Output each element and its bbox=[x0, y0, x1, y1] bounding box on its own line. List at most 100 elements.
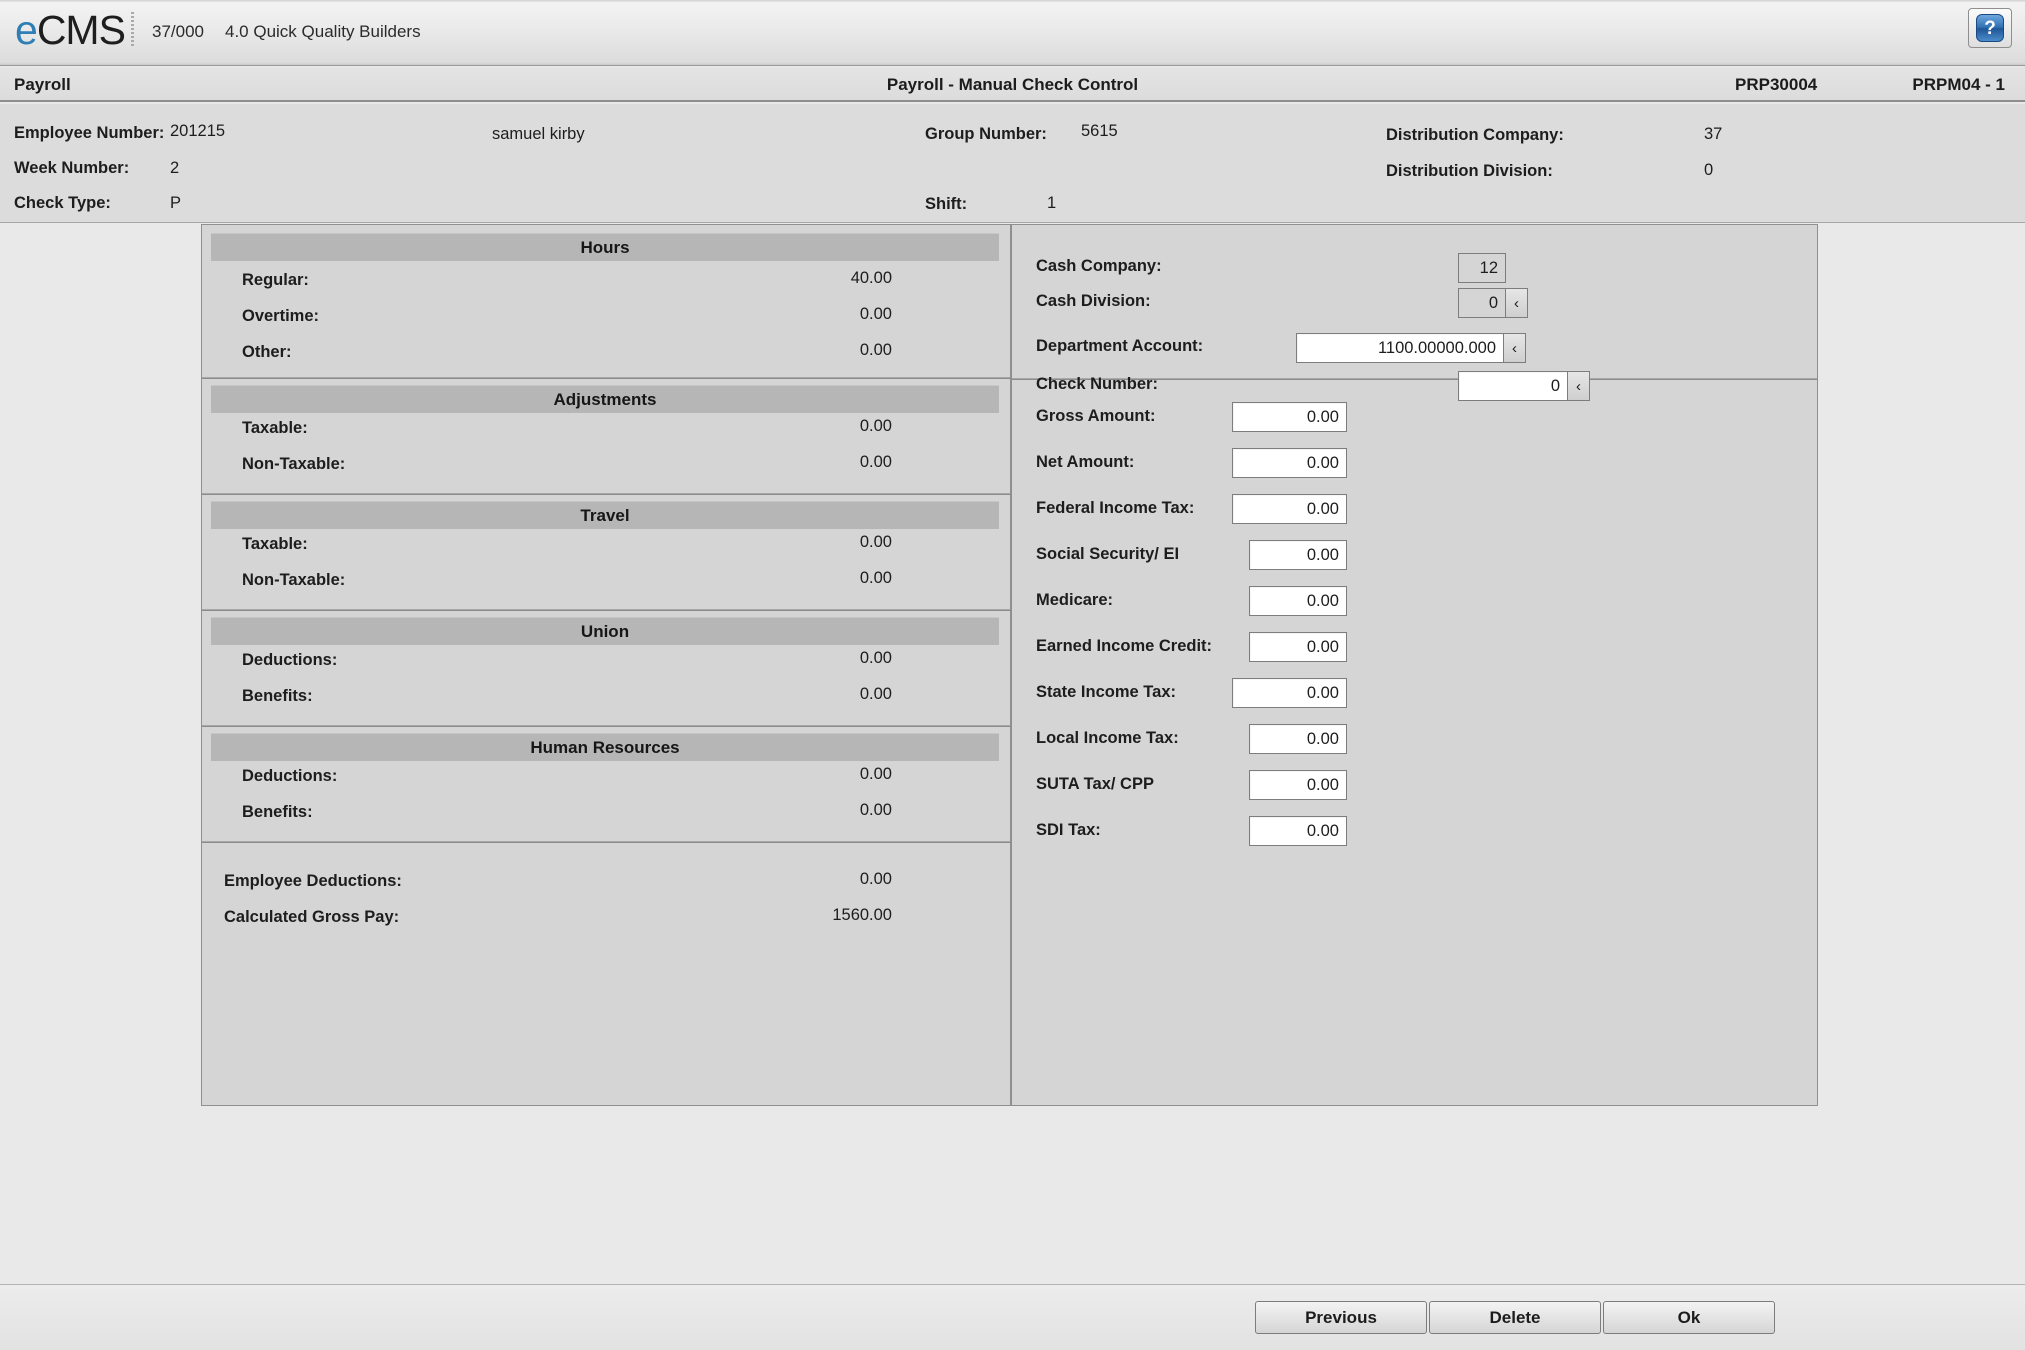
section-header-adjustments: Adjustments bbox=[211, 385, 999, 413]
screen-id: PRPM04 - 1 bbox=[1912, 75, 2005, 94]
input-department-account[interactable]: 1100.00000.000 bbox=[1296, 333, 1504, 363]
field-label: Social Security/ EI bbox=[1036, 545, 1180, 563]
row-label: Regular: bbox=[242, 271, 309, 289]
main-work-area: Hours Regular: 40.00 Overtime: 0.00 Other: 0.0… bbox=[0, 224, 2025, 1284]
row-value: 0.00 bbox=[859, 765, 892, 783]
program-id: PRP30004 bbox=[1735, 75, 1818, 94]
field-label: Net Amount: bbox=[1036, 453, 1135, 471]
check-type-label: Check Type: bbox=[14, 194, 111, 212]
logo-letters-cms: CMS bbox=[36, 7, 126, 53]
row-value: 0.00 bbox=[859, 533, 892, 551]
total-label: Employee Deductions: bbox=[224, 872, 402, 890]
input-social-security-ei[interactable]: 0.00 bbox=[1249, 540, 1347, 570]
input-suta-tax-cpp[interactable]: 0.00 bbox=[1249, 770, 1347, 800]
lookup-chevron-left-icon[interactable]: ‹ bbox=[1568, 371, 1590, 401]
total-value: 1560.00 bbox=[832, 906, 892, 924]
distribution-company-value: 37 bbox=[1704, 125, 1723, 143]
application-brand-bar: eCMS 37/000 4.0 Quick Quality Builders ? bbox=[0, 0, 2025, 66]
input-local-income-tax[interactable]: 0.00 bbox=[1249, 724, 1347, 754]
section-divider bbox=[202, 609, 1010, 611]
lookup-chevron-left-icon[interactable]: ‹ bbox=[1506, 288, 1528, 318]
input-net-amount[interactable]: 0.00 bbox=[1232, 448, 1347, 478]
check-detail-panel: Cash Company: 12 Cash Division: 0 ‹ Departmen… bbox=[1011, 224, 1818, 1106]
question-mark-icon: ? bbox=[1976, 14, 2004, 42]
row-label: Overtime: bbox=[242, 307, 320, 325]
field-label: Gross Amount: bbox=[1036, 407, 1156, 425]
earnings-summary-panel: Hours Regular: 40.00 Overtime: 0.00 Other: 0.0… bbox=[201, 224, 1011, 1106]
field-label: State Income Tax: bbox=[1036, 683, 1176, 701]
distribution-division-label: Distribution Division: bbox=[1386, 162, 1553, 180]
row-label: Deductions: bbox=[242, 651, 338, 669]
row-label: Benefits: bbox=[242, 803, 313, 821]
lookup-chevron-left-icon[interactable]: ‹ bbox=[1504, 333, 1526, 363]
field-label: Department Account: bbox=[1036, 337, 1204, 355]
row-value: 0.00 bbox=[859, 417, 892, 435]
group-number-label: Group Number: bbox=[925, 125, 1047, 143]
row-value: 0.00 bbox=[859, 801, 892, 819]
field-label: Medicare: bbox=[1036, 591, 1114, 609]
row-value: 0.00 bbox=[859, 685, 892, 703]
employee-number-label: Employee Number: bbox=[14, 124, 165, 142]
row-label: Non-Taxable: bbox=[242, 571, 346, 589]
ok-button[interactable]: Ok bbox=[1603, 1301, 1775, 1334]
input-gross-amount[interactable]: 0.00 bbox=[1232, 402, 1347, 432]
input-sdi-tax[interactable]: 0.00 bbox=[1249, 816, 1347, 846]
section-header-travel: Travel bbox=[211, 501, 999, 529]
shift-value: 1 bbox=[1047, 194, 1057, 212]
logo-divider bbox=[131, 12, 134, 48]
field-label: SDI Tax: bbox=[1036, 821, 1101, 839]
section-divider bbox=[202, 377, 1010, 379]
input-earned-income-credit[interactable]: 0.00 bbox=[1249, 632, 1347, 662]
previous-button[interactable]: Previous bbox=[1255, 1301, 1427, 1334]
week-number-label: Week Number: bbox=[14, 159, 130, 177]
distribution-company-label: Distribution Company: bbox=[1386, 126, 1564, 144]
section-header-human-resources: Human Resources bbox=[211, 733, 999, 761]
row-label: Benefits: bbox=[242, 687, 313, 705]
input-check-number[interactable]: 0 bbox=[1458, 371, 1568, 401]
row-label: Taxable: bbox=[242, 535, 308, 553]
total-label: Calculated Gross Pay: bbox=[224, 908, 400, 926]
row-value: 40.00 bbox=[850, 269, 892, 287]
totals-divider bbox=[202, 841, 1010, 843]
input-federal-income-tax[interactable]: 0.00 bbox=[1232, 494, 1347, 524]
field-label: Check Number: bbox=[1036, 375, 1158, 393]
field-label: Federal Income Tax: bbox=[1036, 499, 1195, 517]
row-value: 0.00 bbox=[859, 453, 892, 471]
row-label: Taxable: bbox=[242, 419, 308, 437]
section-divider bbox=[202, 493, 1010, 495]
field-label: Cash Division: bbox=[1036, 292, 1151, 310]
company-context-name: 4.0 Quick Quality Builders bbox=[225, 22, 421, 41]
employee-number-value: 201215 bbox=[170, 122, 226, 140]
row-label: Non-Taxable: bbox=[242, 455, 346, 473]
row-value: 0.00 bbox=[859, 649, 892, 667]
input-state-income-tax[interactable]: 0.00 bbox=[1232, 678, 1347, 708]
ecms-logo: eCMS bbox=[15, 6, 126, 54]
action-button-bar: Previous Delete Ok bbox=[0, 1284, 2025, 1350]
total-value: 0.00 bbox=[859, 870, 892, 888]
section-header-hours: Hours bbox=[211, 233, 999, 261]
employee-name: samuel kirby bbox=[492, 125, 585, 143]
section-header-union: Union bbox=[211, 617, 999, 645]
help-button[interactable]: ? bbox=[1968, 8, 2012, 48]
page-title: Payroll - Manual Check Control bbox=[886, 75, 1139, 94]
week-number-value: 2 bbox=[170, 159, 180, 177]
input-cash-company: 12 bbox=[1458, 253, 1506, 283]
logo-letter-e: e bbox=[15, 7, 38, 53]
shift-label: Shift: bbox=[925, 195, 968, 213]
input-medicare[interactable]: 0.00 bbox=[1249, 586, 1347, 616]
input-cash-division: 0 bbox=[1458, 288, 1506, 318]
delete-button[interactable]: Delete bbox=[1429, 1301, 1601, 1334]
field-label: Cash Company: bbox=[1036, 257, 1162, 275]
row-label: Deductions: bbox=[242, 767, 338, 785]
screen-title-bar: Payroll Payroll - Manual Check Control P… bbox=[0, 67, 2025, 102]
group-number-value: 5615 bbox=[1081, 122, 1118, 140]
company-context-number: 37/000 bbox=[152, 22, 204, 41]
employee-header-info: Employee Number: 201215 samuel kirby Wee… bbox=[0, 104, 2025, 223]
row-label: Other: bbox=[242, 343, 292, 361]
distribution-division-value: 0 bbox=[1704, 161, 1714, 179]
row-value: 0.00 bbox=[859, 341, 892, 359]
field-label: Earned Income Credit: bbox=[1036, 637, 1213, 655]
check-type-value: P bbox=[170, 194, 182, 212]
row-value: 0.00 bbox=[859, 569, 892, 587]
field-label: SUTA Tax/ CPP bbox=[1036, 775, 1154, 793]
